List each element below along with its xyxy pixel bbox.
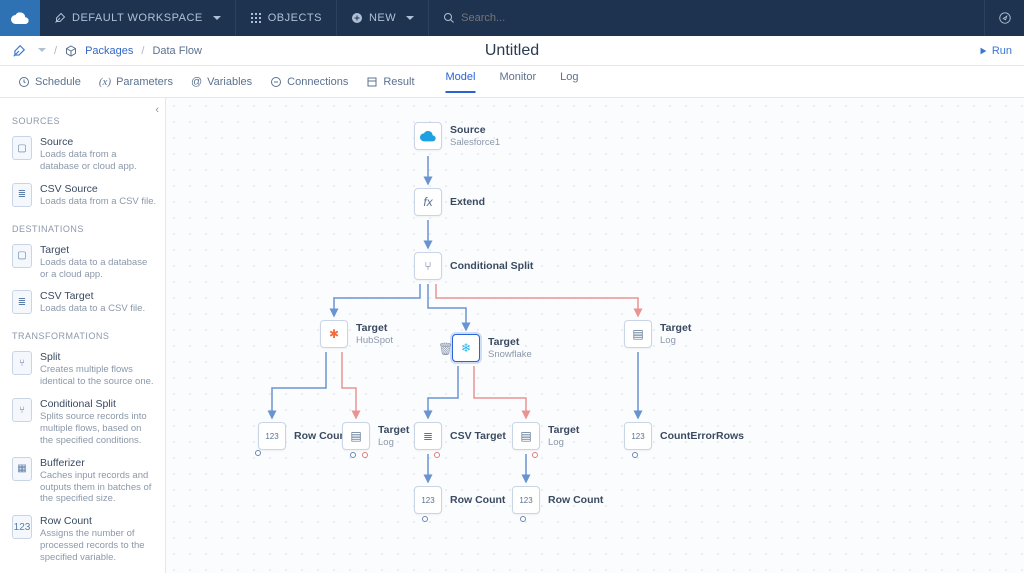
port[interactable] — [632, 452, 638, 458]
port[interactable] — [350, 452, 356, 458]
node-source[interactable]: SourceSalesforce1 — [414, 122, 500, 150]
fx-icon: (x) — [99, 76, 111, 88]
palette-split[interactable]: ⑂SplitCreates multiple flows identical t… — [10, 347, 165, 394]
objects-menu[interactable]: OBJECTS — [236, 0, 337, 36]
log-icon: ▤ — [342, 422, 370, 450]
global-search[interactable] — [429, 12, 984, 24]
breadcrumb: / Packages / Data Flow — [12, 44, 202, 58]
palette-bufferizer[interactable]: ▦BufferizerCaches input records and outp… — [10, 453, 165, 512]
search-icon — [443, 12, 455, 24]
palette-source[interactable]: ▢SourceLoads data from a database or clo… — [10, 132, 165, 179]
app-logo[interactable] — [0, 0, 40, 36]
palette-target[interactable]: ▢TargetLoads data to a database or a clo… — [10, 240, 165, 287]
palette-conditional-split[interactable]: ⑂Conditional SplitSplits source records … — [10, 394, 165, 453]
palette-section-sources: SOURCES — [12, 116, 165, 126]
row-count-node-icon: 123 — [258, 422, 286, 450]
play-icon — [978, 46, 988, 56]
split-icon: ⑂ — [12, 351, 32, 375]
row-count-node-icon: 123 — [624, 422, 652, 450]
node-csv-target[interactable]: ≣ CSV Target — [414, 422, 506, 450]
salesforce-icon — [414, 122, 442, 150]
conditional-split-node-icon: ⑂ — [414, 252, 442, 280]
node-extend[interactable]: fx Extend — [414, 188, 485, 216]
palette-section-transformations: TRANSFORMATIONS — [12, 331, 165, 341]
center-tab-monitor[interactable]: Monitor — [499, 71, 536, 93]
bufferizer-icon: ▦ — [12, 457, 32, 481]
flow-icon — [12, 44, 26, 58]
csv-target-node-icon: ≣ — [414, 422, 442, 450]
port-error[interactable] — [532, 452, 538, 458]
port[interactable] — [255, 450, 261, 456]
conditional-split-icon: ⑂ — [12, 398, 32, 422]
node-row-count-left[interactable]: 123 Row Count — [258, 422, 349, 450]
csv-target-icon: ≣ — [12, 290, 32, 314]
csv-source-icon: ≣ — [12, 183, 32, 207]
tab-result[interactable]: Result — [366, 76, 414, 88]
delete-node-button[interactable]: 🗑 — [438, 342, 453, 356]
palette-csv-source[interactable]: ≣CSV SourceLoads data from a CSV file. — [10, 179, 165, 214]
node-count-error-rows[interactable]: 123 CountErrorRows — [624, 422, 744, 450]
row-count-icon: 123 — [12, 515, 32, 539]
new-label: NEW — [369, 12, 396, 24]
breadcrumb-row: / Packages / Data Flow Untitled Run — [0, 36, 1024, 66]
row-count-node-icon: 123 — [512, 486, 540, 514]
log-icon: ▤ — [512, 422, 540, 450]
port[interactable] — [422, 516, 428, 522]
flow-canvas[interactable]: SourceSalesforce1 fx Extend ⑂ Conditiona… — [166, 98, 1024, 573]
extend-node-icon: fx — [414, 188, 442, 216]
node-row-count-center-2[interactable]: 123 Row Count — [512, 486, 603, 514]
port-error[interactable] — [362, 452, 368, 458]
node-conditional-split[interactable]: ⑂ Conditional Split — [414, 252, 533, 280]
package-icon — [65, 45, 77, 57]
snowflake-icon: ❄ — [452, 334, 480, 362]
port-error[interactable] — [434, 452, 440, 458]
tab-variables[interactable]: @Variables — [191, 76, 252, 88]
breadcrumb-menu[interactable] — [34, 45, 46, 57]
center-tab-log[interactable]: Log — [560, 71, 578, 93]
node-target-log-right[interactable]: ▤ TargetLog — [624, 320, 691, 348]
node-target-snowflake[interactable]: ❄ TargetSnowflake — [452, 334, 532, 362]
collapse-sidebar-button[interactable]: ‹ — [155, 104, 159, 116]
new-menu[interactable]: NEW — [337, 0, 429, 36]
tabs-row: Schedule (x)Parameters @Variables Connec… — [0, 66, 1024, 98]
node-target-log-center[interactable]: ▤ TargetLog — [512, 422, 579, 450]
tab-connections[interactable]: Connections — [270, 76, 348, 88]
node-target-hubspot[interactable]: ✱ TargetHubSpot — [320, 320, 393, 348]
port[interactable] — [520, 516, 526, 522]
component-palette: ‹ SOURCES ▢SourceLoads data from a datab… — [0, 98, 166, 573]
tab-schedule[interactable]: Schedule — [18, 76, 81, 88]
search-input[interactable] — [461, 12, 603, 24]
hubspot-icon: ✱ — [320, 320, 348, 348]
workspace-label: DEFAULT WORKSPACE — [72, 12, 203, 24]
palette-section-destinations: DESTINATIONS — [12, 224, 165, 234]
node-target-log-left[interactable]: ▤ TargetLog — [342, 422, 409, 450]
breadcrumb-current: Data Flow — [152, 45, 202, 57]
top-nav: DEFAULT WORKSPACE OBJECTS NEW — [0, 0, 1024, 36]
page-title: Untitled — [485, 42, 539, 60]
center-tab-model[interactable]: Model — [445, 71, 475, 93]
run-button[interactable]: Run — [978, 45, 1012, 57]
objects-label: OBJECTS — [268, 12, 322, 24]
node-row-count-center-1[interactable]: 123 Row Count — [414, 486, 505, 514]
palette-csv-target[interactable]: ≣CSV TargetLoads data to a CSV file. — [10, 286, 165, 321]
compass-icon[interactable] — [984, 0, 1024, 36]
clock-icon — [18, 76, 30, 88]
workspace-menu[interactable]: DEFAULT WORKSPACE — [40, 0, 236, 36]
breadcrumb-packages[interactable]: Packages — [85, 45, 133, 57]
result-icon — [366, 76, 378, 88]
target-icon: ▢ — [12, 244, 32, 268]
tab-parameters[interactable]: (x)Parameters — [99, 76, 173, 88]
palette-row-count[interactable]: 123Row CountAssigns the number of proces… — [10, 511, 165, 570]
connections-icon — [270, 76, 282, 88]
row-count-node-icon: 123 — [414, 486, 442, 514]
source-icon: ▢ — [12, 136, 32, 160]
at-icon: @ — [191, 76, 202, 88]
log-icon: ▤ — [624, 320, 652, 348]
